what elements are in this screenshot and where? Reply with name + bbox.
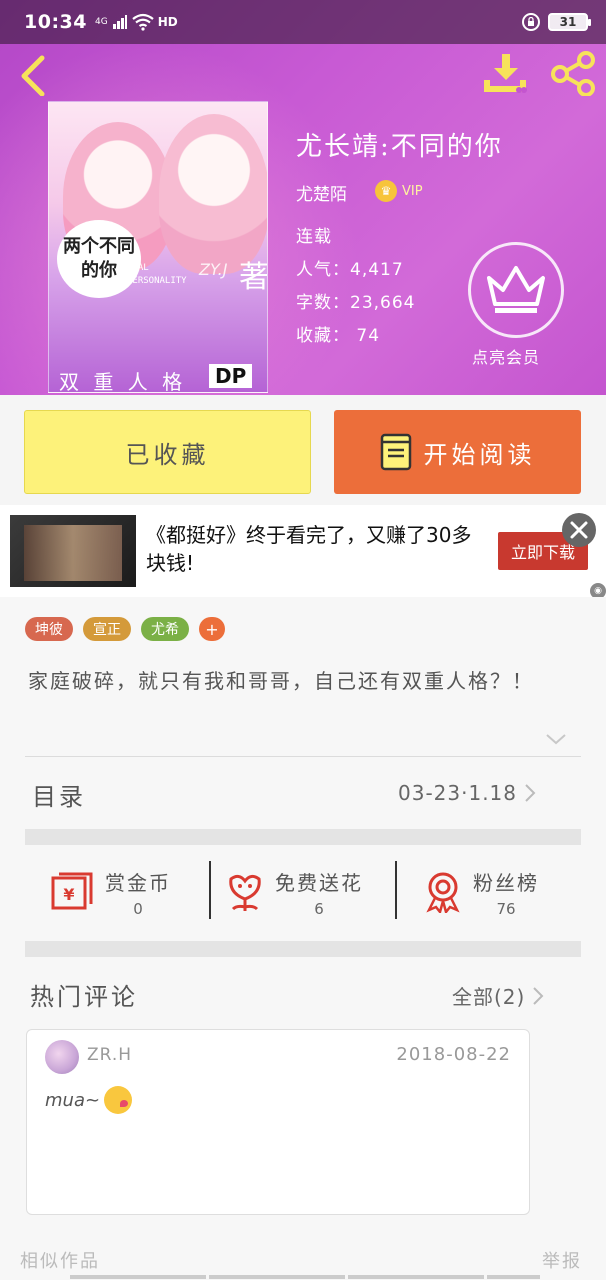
back-button[interactable] xyxy=(14,52,54,97)
wifi-icon xyxy=(132,13,154,31)
book-popularity: 人气：4,417 xyxy=(296,260,404,280)
status-bar: 10:34 4G HD 31 xyxy=(0,0,606,44)
comment-body: mua~ xyxy=(45,1086,133,1114)
svg-text:¥: ¥ xyxy=(63,885,74,904)
close-icon xyxy=(570,521,588,539)
similar-works-strip xyxy=(70,1275,540,1279)
tag[interactable]: 坤彼 xyxy=(25,617,73,641)
share-button[interactable] xyxy=(548,50,598,97)
catalog-update-text: 03-23·1.18 xyxy=(398,781,518,805)
member-label[interactable]: 点亮会员 xyxy=(472,344,540,368)
section-separator xyxy=(25,941,581,957)
ad-close-button[interactable] xyxy=(562,513,596,547)
comment-username[interactable]: ZR.H xyxy=(87,1045,132,1065)
divider xyxy=(209,861,211,919)
hot-comments-title: 热门评论 xyxy=(30,983,138,1011)
add-tag-button[interactable]: + xyxy=(199,617,225,641)
book-author[interactable]: 尤楚陌 xyxy=(296,180,347,205)
status-time: 10:34 xyxy=(24,11,87,33)
stat-coins-value: 0 xyxy=(133,899,143,918)
book-detail-content: 坤彼 宣正 尤希 + 家庭破碎，就只有我和哥哥，自己还有双重人格？！ 目录 03… xyxy=(0,597,606,1280)
stat-coins[interactable]: ¥ 赏金币 0 xyxy=(51,859,171,925)
chevron-right-icon xyxy=(533,986,544,1005)
tag-list: 坤彼 宣正 尤希 + xyxy=(25,617,225,641)
book-header: 10:34 4G HD 31 两个不同的你 DUAL PERSONALITY Z… xyxy=(0,0,606,395)
cover-subtitle: DUAL PERSONALITY xyxy=(127,263,187,286)
vip-label: VIP xyxy=(402,183,423,199)
vip-badge: ♛ VIP xyxy=(375,180,423,202)
expand-description-button[interactable] xyxy=(545,731,567,750)
book-icon xyxy=(380,433,411,471)
ad-text[interactable]: 《都挺好》终于看完了，又赚了30多块钱! xyxy=(146,521,482,577)
share-icon xyxy=(551,51,595,97)
cover-bottom-text: 双 重 人 格 xyxy=(59,370,187,393)
collected-button[interactable]: 已收藏 xyxy=(24,410,311,494)
book-cover[interactable]: 两个不同的你 DUAL PERSONALITY ZY.J 著 双 重 人 格 D… xyxy=(48,101,268,393)
stat-fans-value: 76 xyxy=(496,899,516,918)
chevron-right-icon xyxy=(525,784,536,802)
chevron-left-icon xyxy=(21,55,45,97)
red-envelope-icon: ¥ xyxy=(51,872,93,910)
ad-banner[interactable]: 《都挺好》终于看完了，又赚了30多块钱! 立即下载 ◉ xyxy=(0,505,606,599)
book-favorites: 收藏： 74 xyxy=(296,326,381,346)
book-title: 尤长靖:不同的你 xyxy=(296,132,503,162)
crown-icon: ♛ xyxy=(375,180,397,202)
cover-illustration-right xyxy=(159,114,267,274)
book-description: 家庭破碎，就只有我和哥哥，自己还有双重人格？！ xyxy=(28,669,534,693)
flower-icon xyxy=(229,874,261,911)
stat-flowers[interactable]: 免费送花 6 xyxy=(225,859,363,925)
similar-works-label: 相似作品 xyxy=(20,1251,100,1272)
all-comments-link[interactable]: 全部(2) xyxy=(452,981,545,1010)
book-word-count: 字数：23,664 xyxy=(296,293,416,313)
crown-icon xyxy=(487,266,545,313)
report-button[interactable]: 举报 xyxy=(542,1247,582,1273)
download-button[interactable] xyxy=(480,50,530,96)
stat-flowers-value: 6 xyxy=(314,899,324,918)
start-reading-label: 开始阅读 xyxy=(423,440,536,469)
section-separator xyxy=(25,829,581,845)
stat-flowers-label: 免费送花 xyxy=(275,870,363,895)
book-status: 连载 xyxy=(296,227,332,247)
catalog-label[interactable]: 目录 xyxy=(32,777,86,812)
tag[interactable]: 尤希 xyxy=(141,617,189,641)
stats-row: ¥ 赏金币 0 免费送花 6 粉丝榜 76 xyxy=(25,849,581,935)
comment-date: 2018-08-22 xyxy=(396,1044,511,1065)
signal-icon xyxy=(112,15,127,29)
hd-label: HD xyxy=(157,15,178,29)
medal-icon xyxy=(426,872,460,913)
kiss-emoji-icon xyxy=(104,1086,133,1114)
network-label: 4G xyxy=(94,17,108,27)
catalog-update[interactable]: 03-23·1.18 xyxy=(398,781,537,805)
avatar[interactable] xyxy=(45,1040,79,1074)
cover-dp-label: DP xyxy=(209,364,253,388)
comment-text: mua~ xyxy=(45,1089,101,1111)
cover-author-mark: ZY.J xyxy=(199,260,228,279)
chevron-down-icon xyxy=(546,734,566,745)
comment-card[interactable]: ZR.H 2018-08-22 mua~ xyxy=(26,1029,530,1215)
ad-image[interactable] xyxy=(10,515,136,587)
stat-coins-label: 赏金币 xyxy=(105,870,171,895)
all-comments-label: 全部(2) xyxy=(452,985,526,1009)
tag[interactable]: 宣正 xyxy=(83,617,131,641)
rotation-lock-icon xyxy=(522,13,540,31)
start-reading-button[interactable]: 开始阅读 xyxy=(334,410,581,494)
battery-icon: 31 xyxy=(548,13,591,31)
download-icon xyxy=(484,54,527,93)
cover-zhu: 著 xyxy=(239,260,268,295)
stat-fans[interactable]: 粉丝榜 76 xyxy=(423,859,539,925)
member-button[interactable] xyxy=(468,242,564,338)
divider xyxy=(25,756,581,757)
stat-fans-label: 粉丝榜 xyxy=(473,870,539,895)
divider xyxy=(395,861,397,919)
